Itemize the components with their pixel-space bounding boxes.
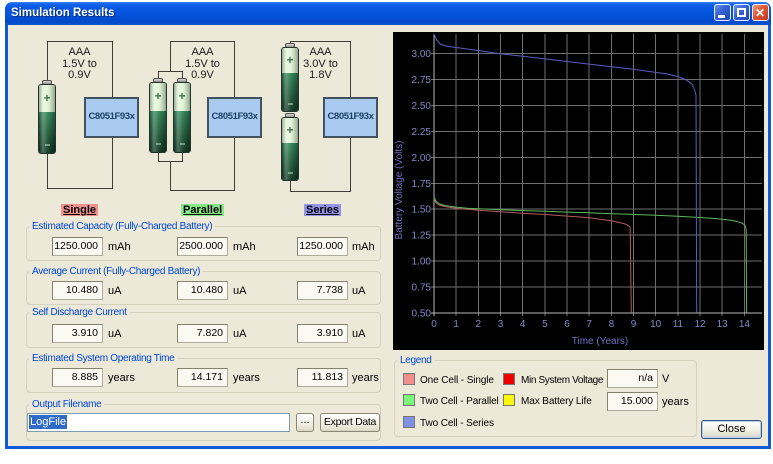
svg-text:1.75: 1.75: [412, 179, 432, 190]
svg-text:0.75: 0.75: [412, 283, 432, 294]
svg-text:2: 2: [476, 319, 482, 330]
svg-text:Battery Voltage (Volts): Battery Voltage (Volts): [394, 141, 405, 240]
svg-text:2.25: 2.25: [412, 127, 432, 138]
svg-text:3: 3: [498, 319, 504, 330]
svg-text:10: 10: [650, 319, 662, 330]
svg-text:2.00: 2.00: [412, 153, 432, 164]
svg-text:8: 8: [609, 319, 615, 330]
svg-text:7: 7: [586, 319, 592, 330]
svg-text:2.50: 2.50: [412, 101, 432, 112]
svg-text:1.50: 1.50: [412, 205, 432, 216]
svg-text:4: 4: [520, 319, 526, 330]
svg-text:14: 14: [739, 319, 751, 330]
svg-text:12: 12: [694, 319, 706, 330]
svg-text:5: 5: [542, 319, 548, 330]
svg-text:1: 1: [453, 319, 459, 330]
svg-text:Time (Years): Time (Years): [572, 336, 629, 347]
svg-text:3.00: 3.00: [412, 49, 432, 60]
svg-text:11: 11: [673, 319, 684, 330]
svg-text:1.25: 1.25: [412, 231, 432, 242]
svg-text:2.75: 2.75: [412, 75, 432, 86]
svg-text:1.00: 1.00: [412, 257, 432, 268]
svg-text:0.50: 0.50: [412, 308, 432, 319]
svg-text:13: 13: [717, 319, 729, 330]
svg-text:9: 9: [631, 319, 637, 330]
svg-text:6: 6: [564, 319, 570, 330]
svg-text:0: 0: [431, 319, 437, 330]
